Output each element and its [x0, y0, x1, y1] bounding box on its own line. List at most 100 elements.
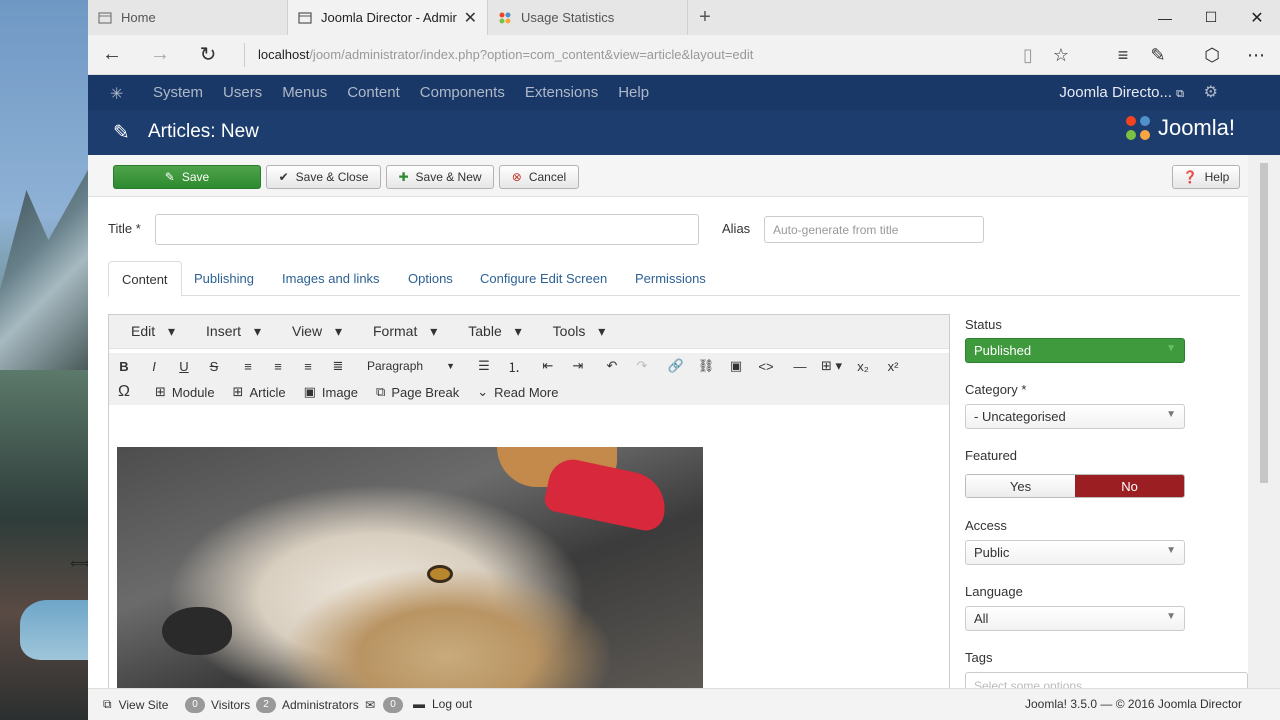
horizontal-rule-icon[interactable]: — — [785, 354, 815, 378]
page-scrollbar[interactable] — [1248, 155, 1280, 688]
tab-options[interactable]: Options — [395, 261, 466, 296]
tags-input[interactable]: Select some options — [965, 672, 1248, 688]
picture-icon: ▣ — [303, 384, 316, 399]
tab-usage-statistics[interactable]: Usage Statistics — [488, 0, 688, 35]
maximize-button[interactable]: ☐ — [1188, 0, 1234, 35]
save-close-button[interactable]: ✔ Save & Close — [266, 165, 381, 189]
menu-edit[interactable]: Edit ▾ — [120, 323, 175, 340]
category-select[interactable]: - Uncategorised ▼ — [965, 404, 1185, 429]
share-icon[interactable]: ⬡ — [1192, 35, 1232, 75]
access-select[interactable]: Public ▼ — [965, 540, 1185, 565]
save-new-button[interactable]: ✚ Save & New — [386, 165, 494, 189]
language-select[interactable]: All ▼ — [965, 606, 1185, 631]
code-icon[interactable]: <> — [751, 354, 781, 378]
back-button[interactable]: ← — [88, 35, 136, 75]
featured-no-button[interactable]: No — [1075, 475, 1184, 497]
module-button[interactable]: ⊞ Module — [149, 380, 221, 404]
photo-dog-eye — [427, 565, 453, 583]
align-right-icon[interactable]: ≡ — [293, 354, 323, 378]
table-icon[interactable]: ⊞ ▾ — [815, 354, 848, 378]
add-article-icon: ⊞ — [232, 384, 244, 399]
cancel-button[interactable]: ⊗ Cancel — [499, 165, 579, 189]
more-icon[interactable]: ⋯ — [1236, 35, 1276, 75]
joomla-icon[interactable]: ✳ — [110, 84, 123, 104]
tab-joomla-director[interactable]: Joomla Director - Admir ✕ — [288, 0, 488, 35]
view-site-link[interactable]: ⧉ View Site — [103, 697, 168, 712]
page-icon — [98, 11, 112, 24]
special-character-icon[interactable]: Ω — [109, 380, 139, 404]
redo-icon[interactable]: ↷ — [627, 354, 657, 378]
format-select[interactable]: Paragraph ▼ — [361, 354, 461, 378]
menu-menus[interactable]: Menus — [282, 84, 327, 101]
status-select[interactable]: Published ▼ — [965, 338, 1185, 363]
tab-publishing[interactable]: Publishing — [181, 261, 267, 296]
menu-insert[interactable]: Insert ▾ — [195, 323, 261, 340]
scrollbar-thumb[interactable] — [1260, 163, 1268, 483]
menu-help[interactable]: Help — [618, 84, 649, 101]
title-input[interactable] — [155, 214, 699, 245]
menu-users[interactable]: Users — [223, 84, 262, 101]
featured-yes-button[interactable]: Yes — [966, 475, 1075, 497]
editor-menubar: Edit ▾ Insert ▾ View ▾ Format ▾ Table ▾ … — [109, 315, 949, 349]
category-label: Category * — [965, 382, 1027, 397]
save-button[interactable]: ✎ Save — [113, 165, 261, 189]
tab-permissions[interactable]: Permissions — [622, 261, 719, 296]
link-icon[interactable]: 🔗 — [661, 354, 691, 378]
alias-input[interactable]: Auto-generate from title — [764, 216, 984, 243]
menu-tools[interactable]: Tools ▾ — [542, 323, 606, 340]
window-close-button[interactable]: ✕ — [1234, 0, 1280, 35]
help-button[interactable]: ❓ Help — [1172, 165, 1240, 189]
divider — [244, 43, 245, 67]
tab-home[interactable]: Home — [88, 0, 288, 35]
subscript-icon[interactable]: x₂ — [848, 354, 878, 378]
underline-icon[interactable]: U — [169, 354, 199, 378]
favorite-star-icon[interactable]: ☆ — [1041, 35, 1081, 75]
menu-extensions[interactable]: Extensions — [525, 84, 598, 101]
article-button[interactable]: ⊞ Article — [227, 380, 292, 404]
outdent-icon[interactable]: ⇤ — [533, 354, 563, 378]
forward-button[interactable]: → — [136, 35, 184, 75]
indent-icon[interactable]: ⇥ — [563, 354, 593, 378]
numbered-list-icon[interactable]: ⒈ — [499, 354, 529, 378]
undo-icon[interactable]: ↶ — [597, 354, 627, 378]
align-center-icon[interactable]: ≡ — [263, 354, 293, 378]
tab-content[interactable]: Content — [108, 261, 182, 297]
admin-nav: ✳ System Users Menus Content Components … — [88, 75, 1280, 110]
superscript-icon[interactable]: x² — [878, 354, 908, 378]
logout-link[interactable]: ▬ Log out — [413, 697, 472, 711]
bold-icon[interactable]: B — [109, 354, 139, 378]
gear-icon[interactable]: ⚙ — [1204, 82, 1218, 102]
page-title: Articles: New — [148, 121, 259, 142]
menu-components[interactable]: Components — [420, 84, 505, 101]
italic-icon[interactable]: I — [139, 354, 169, 378]
add-module-icon: ⊞ — [155, 384, 166, 399]
caret-down-icon: ▼ — [446, 361, 455, 371]
url-field[interactable]: localhost/joom/administrator/index.php?o… — [258, 47, 753, 62]
align-justify-icon[interactable]: ≣ — [323, 354, 353, 378]
hub-icon[interactable]: ≡ — [1103, 35, 1143, 75]
unlink-icon[interactable]: ⛓ — [691, 354, 721, 378]
tab-configure-edit-screen[interactable]: Configure Edit Screen — [467, 261, 620, 296]
close-icon[interactable]: ✕ — [464, 8, 477, 28]
menu-content[interactable]: Content — [347, 84, 400, 101]
strikethrough-icon[interactable]: S — [199, 354, 229, 378]
web-note-icon[interactable]: ✎ — [1138, 35, 1178, 75]
refresh-button[interactable]: ↻ — [184, 35, 232, 75]
read-more-button[interactable]: ⌄ Read More — [471, 380, 564, 404]
menu-format[interactable]: Format ▾ — [362, 323, 437, 340]
new-tab-button[interactable]: + — [688, 0, 722, 35]
tab-label: Joomla Director - Admir — [321, 10, 457, 25]
caret-down-icon: ▼ — [1166, 343, 1176, 354]
site-link[interactable]: Joomla Directo... ⧉ — [1059, 84, 1184, 101]
minimize-button[interactable]: — — [1142, 0, 1188, 35]
image-button[interactable]: ▣ Image — [298, 380, 364, 404]
menu-table[interactable]: Table ▾ — [457, 323, 521, 340]
messages-counter[interactable]: ✉ 0 — [365, 697, 409, 713]
menu-view[interactable]: View ▾ — [281, 323, 342, 340]
page-break-button[interactable]: ⧉ Page Break — [370, 380, 465, 404]
align-left-icon[interactable]: ≡ — [233, 354, 263, 378]
bullet-list-icon[interactable]: ☰ — [469, 354, 499, 378]
image-icon[interactable]: ▣ — [721, 354, 751, 378]
tab-images-links[interactable]: Images and links — [269, 261, 393, 296]
menu-system[interactable]: System — [153, 84, 203, 101]
